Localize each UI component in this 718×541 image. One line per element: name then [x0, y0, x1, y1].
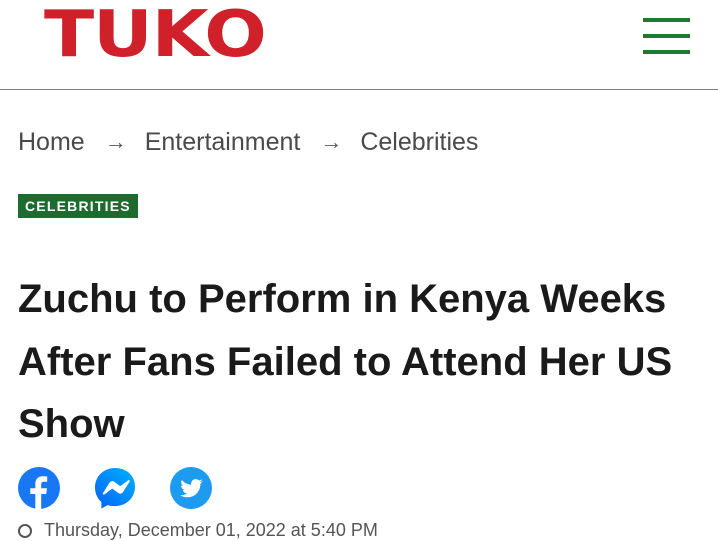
- breadcrumb-celebrities[interactable]: Celebrities: [360, 128, 478, 157]
- category-badge[interactable]: CELEBRITIES: [18, 194, 138, 218]
- hamburger-menu-icon[interactable]: [643, 18, 690, 54]
- breadcrumb-entertainment[interactable]: Entertainment: [145, 128, 301, 157]
- breadcrumb-home[interactable]: Home: [18, 128, 85, 157]
- twitter-icon[interactable]: [170, 467, 212, 509]
- messenger-icon[interactable]: [94, 467, 136, 509]
- breadcrumb-separator: →: [320, 129, 343, 154]
- tuko-logo[interactable]: TUKO: [44, 3, 267, 67]
- breadcrumb-separator: →: [104, 129, 127, 154]
- article-title: Zuchu to Perform in Kenya Weeks After Fa…: [18, 277, 673, 446]
- site-header: TUKO: [0, 0, 718, 90]
- breadcrumb: Home → Entertainment → Celebrities: [18, 124, 478, 160]
- facebook-icon[interactable]: [18, 467, 60, 509]
